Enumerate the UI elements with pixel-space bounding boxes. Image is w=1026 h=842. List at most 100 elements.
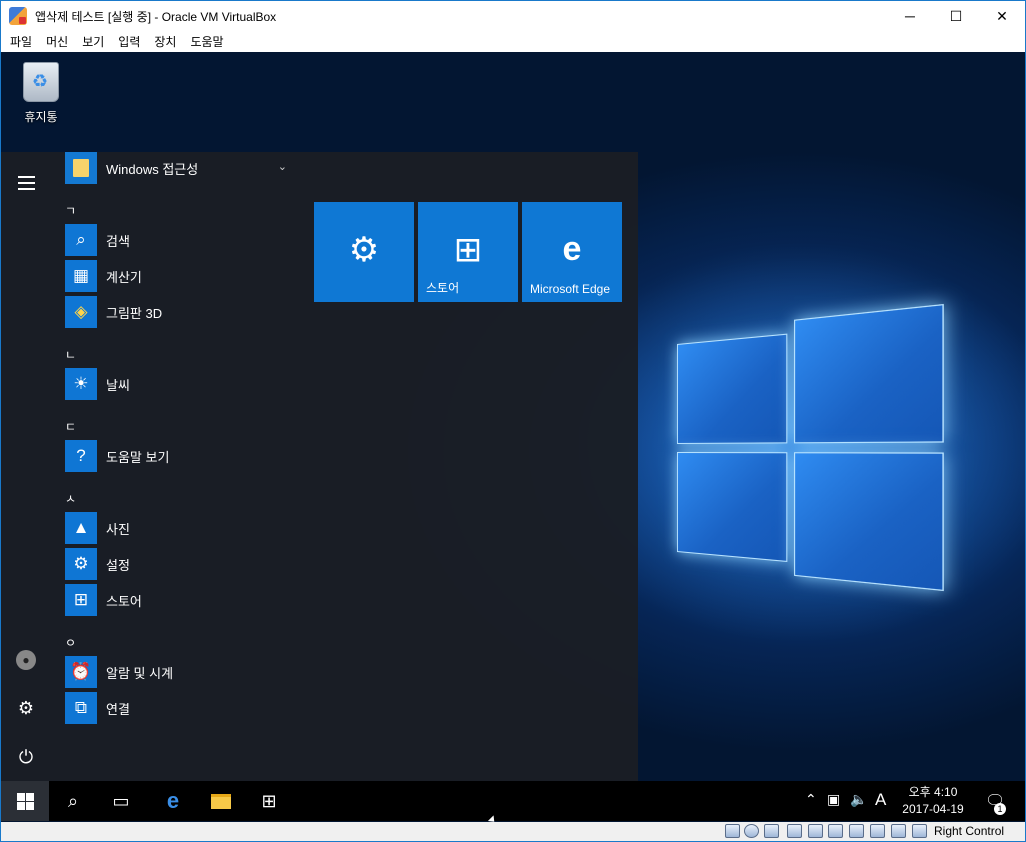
clock-time: 오후 4:10 xyxy=(908,785,958,799)
app-item-search[interactable]: ⌕ 검색 xyxy=(65,224,295,256)
virtualization-status-icon[interactable] xyxy=(891,824,906,838)
folder-icon xyxy=(65,152,97,184)
settings-gear-icon[interactable]: ⚙ xyxy=(15,697,37,719)
tile-store[interactable]: ⊞ 스토어 xyxy=(418,202,518,302)
folder-windows-accessibility[interactable]: Windows 접근성 ⌄ xyxy=(65,152,295,184)
notification-badge: 1 xyxy=(994,803,1006,815)
app-label: 사진 xyxy=(106,521,130,537)
app-item-paint-3d[interactable]: ◈ 그림판 3D xyxy=(65,296,295,328)
section-header[interactable]: ㄴ xyxy=(65,346,76,363)
start-button[interactable] xyxy=(1,781,49,821)
app-item-photos[interactable]: ▲ 사진 xyxy=(65,512,295,544)
title-bar[interactable]: 앱삭제 테스트 [실행 중] - Oracle VM VirtualBox ─ … xyxy=(1,1,1025,31)
app-item-alarms-clock[interactable]: ⏰ 알람 및 시계 xyxy=(65,656,295,688)
ime-mode-indicator[interactable]: A xyxy=(875,790,886,810)
user-avatar-icon: ● xyxy=(16,650,36,670)
recycle-bin-icon xyxy=(23,62,59,102)
shared-folders-status-icon[interactable] xyxy=(828,824,843,838)
network-status-icon[interactable] xyxy=(787,824,802,838)
app-item-store[interactable]: ⊞ 스토어 xyxy=(65,584,295,616)
file-explorer-icon[interactable] xyxy=(197,781,245,821)
app-label: 날씨 xyxy=(106,377,130,393)
app-item-settings[interactable]: ⚙ 설정 xyxy=(65,548,295,580)
edge-taskbar-icon[interactable]: e xyxy=(149,781,197,821)
app-item-calculator[interactable]: ▦ 계산기 xyxy=(65,260,295,292)
window-title: 앱삭제 테스트 [실행 중] - Oracle VM VirtualBox xyxy=(35,9,277,24)
gear-icon: ⚙ xyxy=(65,548,97,580)
windows-wallpaper-logo xyxy=(677,303,944,596)
hamburger-menu-icon[interactable] xyxy=(15,172,37,194)
menu-devices[interactable]: 장치 xyxy=(147,33,183,50)
audio-status-icon[interactable] xyxy=(764,824,779,838)
app-label: 그림판 3D xyxy=(106,305,163,321)
window-controls: ─ ☐ ✕ xyxy=(887,1,1025,31)
logo-pane xyxy=(794,452,944,592)
vm-display[interactable]: 휴지통 ● ⚙ ⏻ Windows 접근성 ⌄ ㄱ ⌕ 검색 xyxy=(1,52,1025,822)
connect-icon: ⧉ xyxy=(65,692,97,724)
taskbar-clock[interactable]: 오후 4:10 2017-04-19 xyxy=(891,784,975,818)
app-label: 스토어 xyxy=(106,593,142,609)
store-taskbar-icon[interactable]: ⊞ xyxy=(245,781,293,821)
app-item-weather[interactable]: ☀ 날씨 xyxy=(65,368,295,400)
section-header[interactable]: ㄷ xyxy=(65,418,76,435)
display-status-icon[interactable] xyxy=(849,824,864,838)
optical-drive-status-icon[interactable] xyxy=(744,824,759,838)
minimize-button[interactable]: ─ xyxy=(887,1,933,31)
task-view-icon[interactable]: ▭ xyxy=(97,781,145,821)
app-list: Windows 접근성 ⌄ ㄱ ⌕ 검색 ▦ 계산기 ◈ 그림판 3D ㄴ ☀ … xyxy=(65,152,305,781)
logo-pane xyxy=(794,303,944,444)
help-chat-icon: ? xyxy=(65,440,97,472)
section-header[interactable]: ㅇ xyxy=(65,634,76,651)
app-label: 설정 xyxy=(106,557,130,573)
menu-machine[interactable]: 머신 xyxy=(39,33,75,50)
alarm-clock-icon: ⏰ xyxy=(65,656,97,688)
sun-icon: ☀ xyxy=(65,368,97,400)
store-icon: ⊞ xyxy=(453,231,483,269)
user-account-button[interactable]: ● xyxy=(15,649,37,671)
start-left-rail: ● ⚙ ⏻ xyxy=(1,152,49,781)
host-key-label[interactable]: Right Control xyxy=(934,824,1004,838)
tile-label: 스토어 xyxy=(426,281,460,295)
chevron-down-icon: ⌄ xyxy=(277,161,287,173)
logo-pane xyxy=(677,333,788,444)
photos-icon: ▲ xyxy=(65,512,97,544)
show-hidden-icons-chevron-icon[interactable]: ⌃ xyxy=(805,791,817,808)
menu-input[interactable]: 입력 xyxy=(111,33,147,50)
menu-file[interactable]: 파일 xyxy=(3,33,39,50)
power-icon[interactable]: ⏻ xyxy=(15,746,37,768)
app-label: 검색 xyxy=(106,233,130,249)
taskbar: ⌕ ▭ e ⊞ ⌃ ▣ 🔈 A 오후 4:10 2017-04-19 🗨 1 xyxy=(1,781,1025,821)
taskbar-search-icon[interactable]: ⌕ xyxy=(49,781,97,821)
section-header[interactable]: ㄱ xyxy=(65,202,76,219)
tile-settings[interactable]: ⚙ xyxy=(314,202,414,302)
app-item-get-help[interactable]: ? 도움말 보기 xyxy=(65,440,295,472)
virtualbox-app-icon xyxy=(9,7,27,25)
close-button[interactable]: ✕ xyxy=(979,1,1025,31)
menu-view[interactable]: 보기 xyxy=(75,33,111,50)
recycle-bin-label: 휴지통 xyxy=(24,110,58,124)
app-label: 도움말 보기 xyxy=(106,449,170,465)
folder-label: Windows 접근성 xyxy=(106,161,199,177)
hard-disk-status-icon[interactable] xyxy=(725,824,740,838)
calculator-icon: ▦ xyxy=(65,260,97,292)
windows-logo-icon xyxy=(16,792,34,810)
menu-bar: 파일 머신 보기 입력 장치 도움말 xyxy=(1,31,1025,52)
start-menu: ● ⚙ ⏻ Windows 접근성 ⌄ ㄱ ⌕ 검색 ▦ 계산기 ◈ 그림판 3… xyxy=(1,152,638,781)
menu-help[interactable]: 도움말 xyxy=(183,33,230,50)
maximize-button[interactable]: ☐ xyxy=(933,1,979,31)
logo-pane xyxy=(677,452,788,563)
mouse-integration-status-icon[interactable] xyxy=(912,824,927,838)
tile-label: Microsoft Edge xyxy=(530,282,611,296)
paint-3d-icon: ◈ xyxy=(65,296,97,328)
video-capture-status-icon[interactable] xyxy=(870,824,885,838)
clock-date: 2017-04-19 xyxy=(902,802,964,816)
usb-status-icon[interactable] xyxy=(808,824,823,838)
app-item-connect[interactable]: ⧉ 연결 xyxy=(65,692,295,724)
app-label: 연결 xyxy=(106,701,130,717)
recycle-bin[interactable]: 휴지통 xyxy=(11,62,71,125)
tile-microsoft-edge[interactable]: e Microsoft Edge xyxy=(522,202,622,302)
section-header[interactable]: ㅅ xyxy=(65,490,76,507)
volume-icon[interactable]: 🔈 xyxy=(850,791,867,808)
network-icon[interactable]: ▣ xyxy=(827,791,840,808)
gear-icon: ⚙ xyxy=(348,231,380,269)
